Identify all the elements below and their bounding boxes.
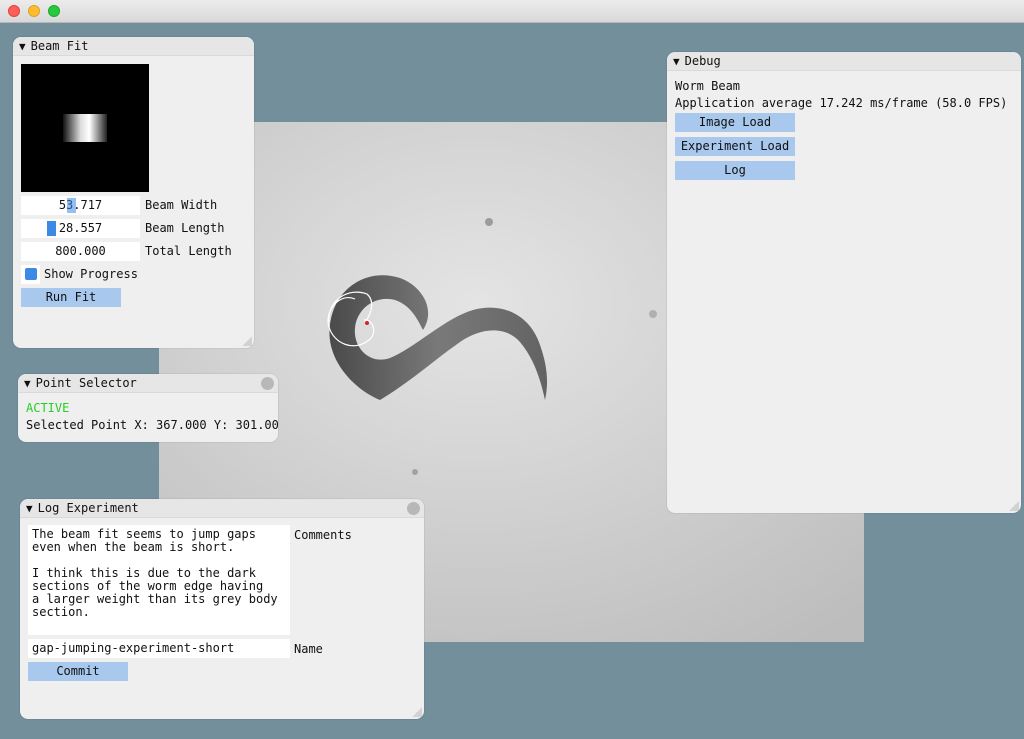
resize-grip[interactable] [412, 707, 422, 717]
log-experiment-panel[interactable]: ▼ Log Experiment The beam fit seems to ju… [20, 499, 424, 719]
commit-button[interactable]: Commit [28, 662, 128, 681]
minimize-window-button[interactable] [28, 5, 40, 17]
beam-width-input[interactable]: 53.717 [21, 196, 140, 215]
name-label: Name [294, 642, 323, 656]
close-panel-button[interactable] [261, 377, 274, 390]
beam-length-value: 28.557 [58, 221, 103, 235]
point-selector-panel[interactable]: ▼ Point Selector ACTIVE Selected Point X:… [18, 374, 278, 442]
collapse-triangle-icon[interactable]: ▼ [24, 377, 31, 390]
experiment-load-button[interactable]: Experiment Load [675, 137, 795, 156]
close-panel-button[interactable] [407, 502, 420, 515]
image-load-button[interactable]: Image Load [675, 113, 795, 132]
point-selector-header[interactable]: ▼ Point Selector [18, 374, 278, 393]
show-progress-label: Show Progress [44, 267, 138, 281]
beam-length-label: Beam Length [145, 221, 225, 235]
beam-preview-image [21, 64, 149, 192]
run-fit-button[interactable]: Run Fit [21, 288, 121, 307]
window-titlebar [0, 0, 1024, 23]
text-cursor-highlight [67, 198, 76, 213]
beam-fit-header[interactable]: ▼ Beam Fit [13, 37, 254, 56]
close-window-button[interactable] [8, 5, 20, 17]
beam-length-input[interactable]: 28.557 [21, 219, 140, 238]
fps-readout: Application average 17.242 ms/frame (58.… [675, 96, 1008, 110]
beam-fit-title: Beam Fit [30, 39, 89, 53]
collapse-triangle-icon[interactable]: ▼ [673, 55, 680, 68]
point-selector-title: Point Selector [35, 376, 137, 390]
total-length-value: 800.000 [55, 244, 106, 258]
beam-preview-highlight [63, 114, 107, 142]
log-experiment-title: Log Experiment [37, 501, 139, 515]
beam-width-value: 53.717 [58, 198, 103, 212]
collapse-triangle-icon[interactable]: ▼ [26, 502, 33, 515]
selected-point-marker [365, 321, 369, 325]
active-status: ACTIVE [26, 401, 70, 415]
slider-grab-handle[interactable] [47, 221, 56, 236]
resize-grip[interactable] [242, 336, 252, 346]
checkbox-mark [25, 268, 37, 280]
selected-point-readout: Selected Point X: 367.000 Y: 301.000 [26, 418, 278, 432]
debug-header[interactable]: ▼ Debug [667, 52, 1021, 71]
debug-title: Debug [684, 54, 721, 68]
comments-textarea[interactable]: The beam fit seems to jump gaps even whe… [28, 525, 290, 635]
log-button[interactable]: Log [675, 161, 795, 180]
total-length-label: Total Length [145, 244, 232, 258]
name-input[interactable]: gap-jumping-experiment-short [28, 639, 290, 658]
log-experiment-header[interactable]: ▼ Log Experiment [20, 499, 424, 518]
collapse-triangle-icon[interactable]: ▼ [19, 40, 26, 53]
beam-width-label: Beam Width [145, 198, 218, 212]
resize-grip[interactable] [1009, 501, 1019, 511]
debug-panel[interactable]: ▼ Debug Worm Beam Application average 17.… [667, 52, 1021, 513]
beam-fit-panel[interactable]: ▼ Beam Fit 53.717 Beam Width 28.557 Beam … [13, 37, 254, 348]
zoom-window-button[interactable] [48, 5, 60, 17]
show-progress-checkbox[interactable] [21, 265, 40, 284]
comments-label: Comments [294, 528, 352, 542]
total-length-input[interactable]: 800.000 [21, 242, 140, 261]
app-name: Worm Beam [675, 79, 741, 93]
